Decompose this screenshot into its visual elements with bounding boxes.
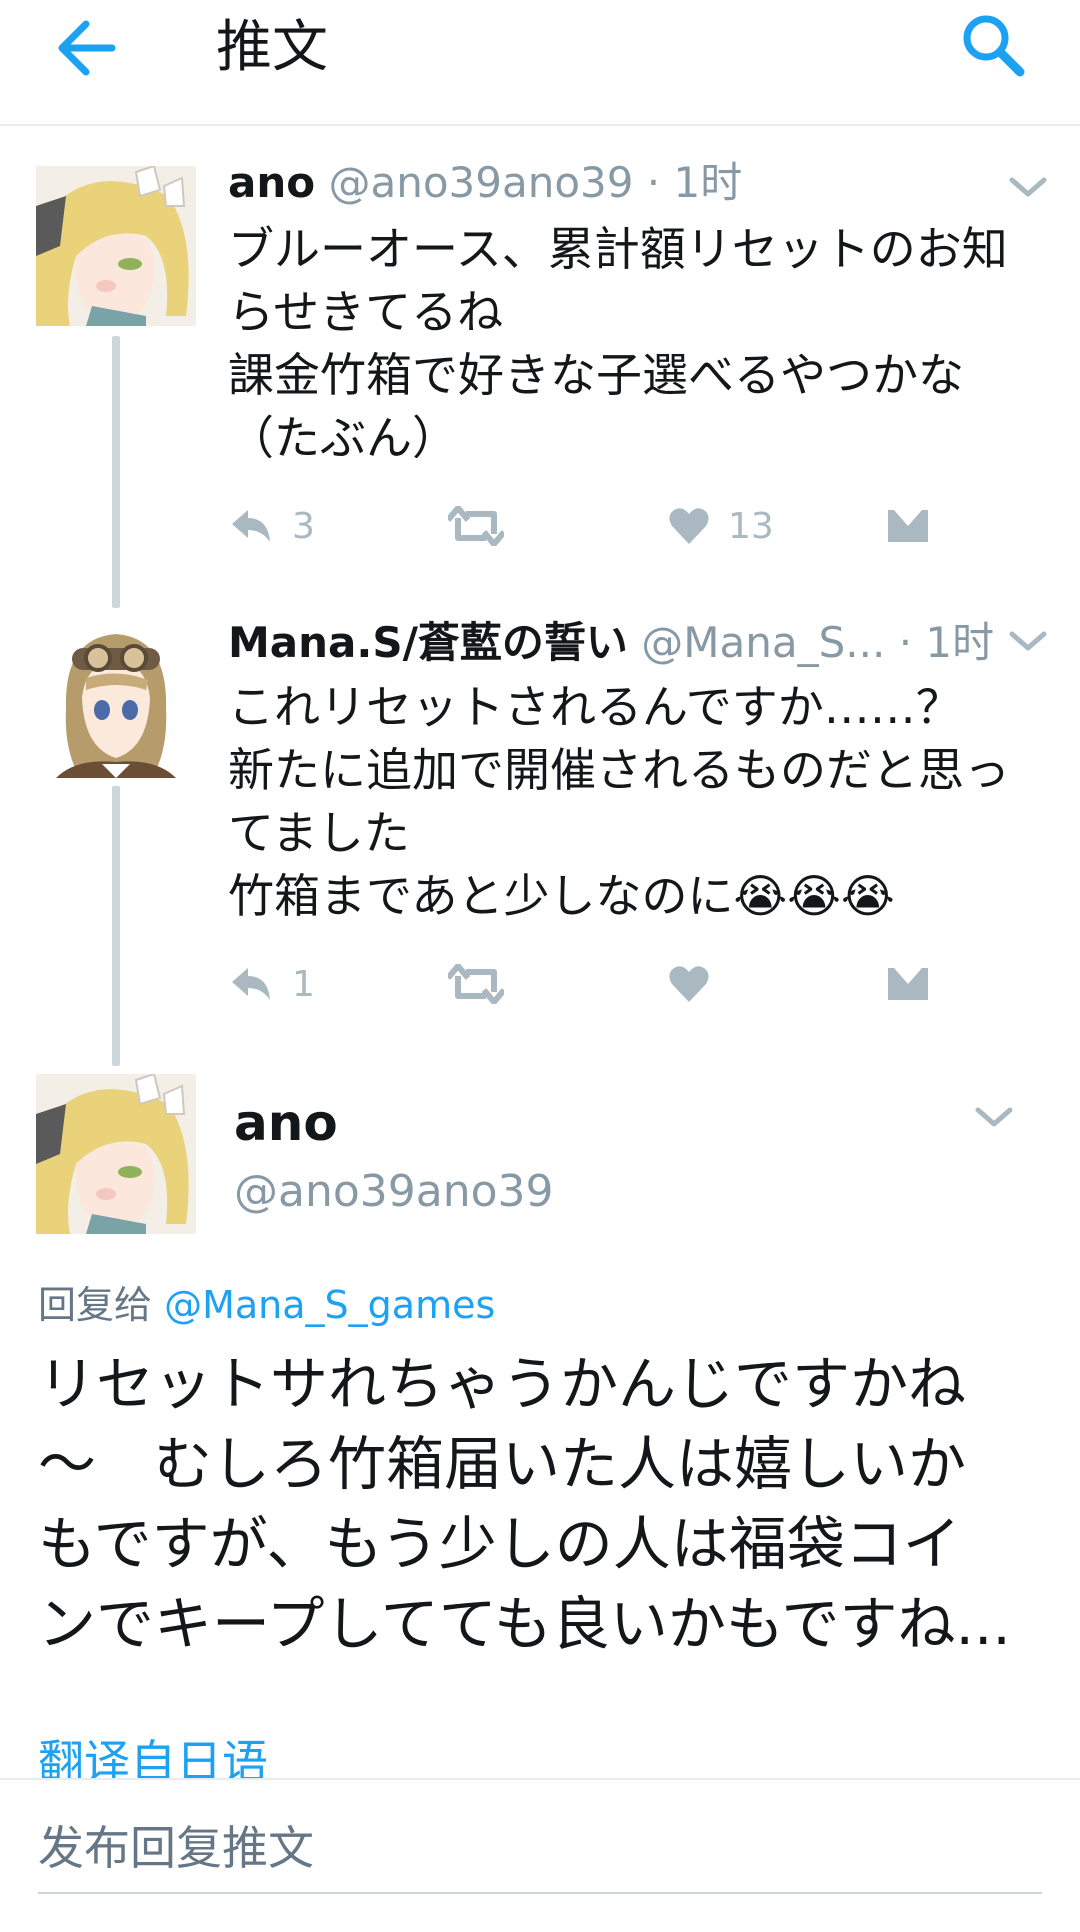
back-button[interactable] [52,10,128,86]
reply-count: 3 [292,505,315,547]
page-title: 推文 [216,15,328,80]
reply-bar [0,1778,1080,1932]
tweet-author: ano @ano39ano39 · 1时 [228,158,742,208]
reply-icon [232,968,270,1000]
tweet-actions: 1 [228,960,968,1008]
like-count: 13 [728,505,774,547]
chevron-down-icon [1009,631,1047,651]
tweet-menu-button[interactable] [1008,628,1048,654]
thread-line [112,786,120,1066]
avatar[interactable] [36,618,196,778]
focused-author-name[interactable]: ano [234,1094,338,1152]
direct-message-button[interactable] [886,960,930,1008]
reply-input[interactable] [38,1804,1042,1894]
author-handle-time: @ano39ano39 · 1时 [328,158,743,207]
arrow-left-icon [58,20,116,76]
reply-count: 1 [292,963,315,1005]
heart-icon [669,966,709,1002]
retweet-button[interactable] [448,502,522,550]
reply-to-handle-link[interactable]: @Mana_S_games [164,1283,495,1327]
author-handle-time: @Mana_S... · 1时 [641,618,995,667]
avatar-image [36,166,196,326]
reply-to-line: 回复给 @Mana_S_games [38,1274,495,1329]
envelope-icon [888,510,928,542]
author-name[interactable]: Mana.S/蒼藍の誓い [228,618,628,667]
reply-button[interactable]: 3 [228,502,315,550]
tweet-text: ブルーオース、累計額リセットのお知 らせきてるね 課金竹箱で好きな子選べるやつか… [228,222,1008,465]
tweet-actions: 3 13 [228,502,968,550]
avatar-image [36,1074,196,1234]
avatar-image [36,618,196,778]
tweet-author: Mana.S/蒼藍の誓い @Mana_S... · 1时 [228,618,994,668]
avatar[interactable] [36,1074,196,1234]
chevron-down-icon [1009,177,1047,197]
like-button[interactable] [668,960,728,1008]
focused-author-handle[interactable]: @ano39ano39 [234,1166,554,1217]
tweet-menu-button[interactable] [974,1104,1014,1130]
tweet-menu-button[interactable] [1008,174,1048,200]
search-icon [963,15,1025,77]
reply-button[interactable]: 1 [228,960,315,1008]
thread-line [112,336,120,608]
focused-tweet-text: リセットサれちゃうかんじですかね 〜 むしろ竹箱届いた人は嬉しいか もですが、も… [38,1350,1011,1658]
author-name[interactable]: ano [228,158,315,207]
reply-icon [232,510,270,542]
heart-icon [669,508,709,544]
retweet-icon [448,506,504,546]
reply-to-label: 回复给 [38,1283,153,1327]
chevron-down-icon [975,1107,1013,1127]
like-button[interactable]: 13 [668,502,774,550]
direct-message-button[interactable] [886,502,930,550]
retweet-icon [448,964,504,1004]
avatar[interactable] [36,166,196,326]
envelope-icon [888,968,928,1000]
search-button[interactable] [956,8,1032,84]
tweet-detail-screen: 推文 ano @ano39ano39 · 1时 ブルーオース、累計額リセットのお… [0,0,1080,1932]
retweet-button[interactable] [448,960,522,1008]
top-bar: 推文 [0,0,1080,126]
tweet-text: これリセットされるんですか……？ 新たに追加で開催されるものだと思っ てました … [228,680,1010,923]
